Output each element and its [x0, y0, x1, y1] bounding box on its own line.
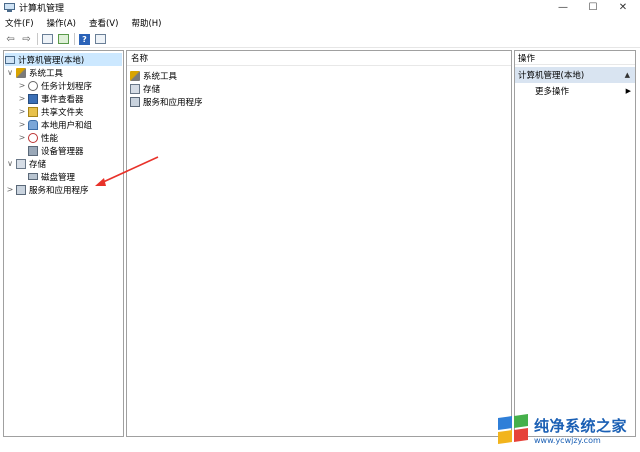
users-icon	[28, 119, 38, 130]
expand-icon[interactable]: >	[18, 94, 26, 103]
tree-item-disk-management[interactable]: 磁盘管理	[18, 170, 75, 183]
forward-arrow-icon[interactable]: ⇨	[20, 33, 33, 45]
tree-item-services-applications[interactable]: > 服务和应用程序	[6, 183, 89, 196]
more-actions-item[interactable]: 更多操作 ▶	[535, 84, 635, 98]
minimize-button[interactable]: —	[548, 0, 578, 15]
clock-icon	[28, 80, 38, 91]
collapse-icon[interactable]: ∨	[6, 159, 14, 168]
list-item[interactable]: 存储	[130, 82, 160, 95]
menu-view[interactable]: 查看(V)	[89, 17, 118, 29]
title-bar: 计算机管理 — ☐ ✕	[0, 0, 640, 15]
services-icon	[16, 184, 26, 195]
console-tree: 计算机管理(本地) ∨ 系统工具 > 任务计划程序 > 事件查看器 > 共享文件…	[3, 50, 124, 437]
list-item[interactable]: 服务和应用程序	[130, 95, 203, 108]
expand-icon[interactable]: >	[18, 120, 26, 129]
window-title: 计算机管理	[19, 4, 65, 14]
menu-help[interactable]: 帮助(H)	[131, 17, 161, 29]
tree-item-local-users-groups[interactable]: > 本地用户和组	[18, 118, 92, 131]
tree-item-label: 磁盘管理	[41, 172, 76, 183]
close-button[interactable]: ✕	[608, 0, 638, 15]
collapse-caret-icon[interactable]: ▲	[625, 71, 630, 79]
disk-icon	[28, 173, 38, 180]
storage-icon	[130, 83, 140, 94]
tree-item-label: 服务和应用程序	[29, 185, 89, 196]
tree-item-shared-folders[interactable]: > 共享文件夹	[18, 105, 84, 118]
windows-logo-icon	[496, 413, 530, 447]
tree-item-label: 事件查看器	[41, 94, 84, 105]
tools-icon	[16, 67, 26, 78]
actions-header: 操作	[515, 51, 635, 65]
tree-item-label: 存储	[29, 159, 47, 170]
tree-item-performance[interactable]: > 性能	[18, 131, 58, 144]
tree-item-task-scheduler[interactable]: > 任务计划程序	[18, 79, 92, 92]
performance-icon	[28, 132, 38, 143]
tree-item-storage[interactable]: ∨ 存储	[6, 157, 46, 170]
export-list-icon[interactable]	[57, 33, 70, 45]
event-viewer-icon	[28, 93, 38, 104]
tree-item-label: 本地用户和组	[41, 120, 93, 131]
expand-icon[interactable]: >	[18, 81, 26, 90]
computer-management-icon	[4, 2, 15, 13]
collapse-icon[interactable]: ∨	[6, 68, 14, 77]
console-tree-icon[interactable]	[41, 33, 54, 45]
watermark-url: www.ycwjzy.com	[534, 436, 601, 445]
details-pane: 名称 系统工具 存储 服务和应用程序	[126, 50, 512, 437]
shared-folder-icon	[28, 106, 38, 117]
list-item[interactable]: 系统工具	[130, 69, 177, 82]
maximize-button[interactable]: ☐	[578, 0, 608, 15]
expand-icon[interactable]: >	[18, 107, 26, 116]
menu-file[interactable]: 文件(F)	[5, 17, 34, 29]
expand-icon[interactable]: >	[18, 133, 26, 142]
watermark-title: 纯净系统之家	[534, 417, 628, 435]
tree-item-system-tools[interactable]: ∨ 系统工具	[6, 66, 63, 79]
actions-section-computer-management[interactable]: 计算机管理(本地) ▲	[515, 67, 635, 83]
list-item-label: 系统工具	[143, 71, 178, 82]
actions-pane: 操作 计算机管理(本地) ▲ 更多操作 ▶	[514, 50, 636, 437]
tree-item-label: 设备管理器	[41, 146, 84, 157]
tree-item-label: 性能	[41, 133, 59, 144]
watermark: 纯净系统之家 www.ycwjzy.com	[496, 410, 638, 450]
tree-item-device-manager[interactable]: 设备管理器	[18, 144, 84, 157]
column-header-name[interactable]: 名称	[127, 51, 511, 66]
submenu-arrow-icon: ▶	[625, 87, 631, 95]
properties-icon[interactable]	[94, 33, 107, 45]
computer-icon	[5, 55, 15, 64]
menu-bar: 文件(F) 操作(A) 查看(V) 帮助(H)	[0, 15, 640, 31]
tree-item-label: 计算机管理(本地)	[18, 55, 85, 66]
services-icon	[130, 96, 140, 107]
more-actions-label: 更多操作	[535, 87, 570, 97]
toolbar: ⇦ ⇨ ?	[0, 31, 640, 48]
tools-icon	[130, 70, 140, 81]
tree-item-event-viewer[interactable]: > 事件查看器	[18, 92, 84, 105]
menu-action[interactable]: 操作(A)	[47, 17, 76, 29]
actions-section-label: 计算机管理(本地)	[518, 71, 585, 81]
device-manager-icon	[28, 145, 38, 156]
help-icon[interactable]: ?	[78, 33, 91, 45]
list-item-label: 服务和应用程序	[143, 97, 203, 108]
tree-item-label: 系统工具	[29, 68, 64, 79]
tree-item-computer-management[interactable]: 计算机管理(本地)	[5, 53, 122, 66]
back-arrow-icon[interactable]: ⇦	[4, 33, 17, 45]
list-item-label: 存储	[143, 84, 161, 95]
expand-icon[interactable]: >	[6, 185, 14, 194]
tree-item-label: 任务计划程序	[41, 81, 93, 92]
storage-icon	[16, 158, 26, 169]
tree-item-label: 共享文件夹	[41, 107, 84, 118]
toolbar-separator	[74, 33, 75, 45]
toolbar-separator	[37, 33, 38, 45]
